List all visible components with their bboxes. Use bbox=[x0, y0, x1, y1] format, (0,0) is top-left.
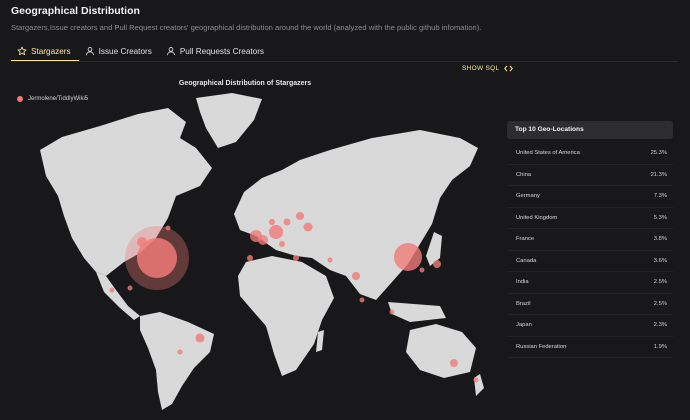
japan-bubble[interactable] bbox=[433, 260, 441, 268]
location-row: United States of America 25.3% bbox=[507, 143, 673, 165]
country-percent: 3.6% bbox=[653, 257, 667, 264]
country-percent: 2.5% bbox=[653, 300, 667, 307]
china-bubble[interactable] bbox=[394, 243, 422, 271]
country-percent: 25.3% bbox=[650, 150, 667, 156]
land-new-zealand bbox=[474, 374, 484, 396]
top-locations-panel: Top 10 Geo-Locations United States of Am… bbox=[507, 121, 673, 358]
location-bubble bbox=[279, 241, 285, 247]
location-row: Germany 7.3% bbox=[507, 186, 673, 208]
location-bubble bbox=[109, 287, 115, 293]
location-bubble bbox=[359, 297, 365, 303]
country-name: Brazil bbox=[516, 300, 531, 307]
country-name: Germany bbox=[516, 193, 540, 199]
country-name: United States of America bbox=[516, 150, 580, 156]
location-bubble bbox=[473, 377, 479, 383]
land-greenland bbox=[196, 93, 262, 148]
france-bubble[interactable] bbox=[258, 235, 268, 245]
country-name: China bbox=[516, 171, 532, 178]
country-name: Japan bbox=[516, 322, 532, 328]
country-name: India bbox=[516, 279, 529, 285]
location-bubble bbox=[127, 285, 133, 291]
country-name: Canada bbox=[516, 257, 537, 264]
country-percent: 2.3% bbox=[653, 322, 667, 328]
location-bubble bbox=[177, 349, 183, 355]
country-name: France bbox=[516, 236, 535, 242]
location-row: China 21.3% bbox=[507, 165, 673, 186]
location-row: United Kingdom 5.3% bbox=[507, 208, 673, 229]
country-percent: 2.5% bbox=[653, 279, 667, 285]
canada-bubble[interactable] bbox=[137, 237, 147, 247]
land-japan bbox=[426, 232, 442, 266]
location-row: Brazil 2.5% bbox=[507, 294, 673, 315]
top-locations-title: Top 10 Geo-Locations bbox=[507, 121, 673, 139]
land-australia bbox=[406, 324, 476, 378]
germany-bubble[interactable] bbox=[269, 225, 283, 239]
location-bubble bbox=[293, 255, 299, 261]
world-map[interactable] bbox=[0, 0, 495, 420]
location-bubble bbox=[247, 255, 253, 261]
location-bubble bbox=[450, 359, 458, 367]
code-icon bbox=[504, 65, 514, 72]
russia-bubble[interactable] bbox=[296, 212, 304, 220]
location-row: India 2.5% bbox=[507, 272, 673, 294]
top-locations-list: United States of America 25.3% China 21.3%… bbox=[507, 143, 673, 358]
country-name: Russian Federation bbox=[516, 343, 567, 350]
location-bubble bbox=[283, 218, 291, 226]
location-row: Canada 3.6% bbox=[507, 251, 673, 272]
location-row: Japan 2.3% bbox=[507, 315, 673, 337]
land-south-america bbox=[140, 312, 214, 410]
land-africa bbox=[238, 256, 334, 376]
country-percent: 3.8% bbox=[653, 236, 667, 242]
location-row: France 3.8% bbox=[507, 229, 673, 251]
india-bubble[interactable] bbox=[352, 272, 360, 280]
location-bubble bbox=[165, 225, 171, 231]
land-indonesia bbox=[388, 302, 446, 322]
location-bubble bbox=[269, 219, 275, 225]
location-bubble bbox=[303, 222, 313, 232]
location-bubble bbox=[327, 257, 333, 263]
location-bubble bbox=[389, 309, 395, 315]
country-name: United Kingdom bbox=[516, 214, 558, 221]
country-percent: 5.3% bbox=[653, 214, 667, 221]
brazil-bubble[interactable] bbox=[195, 333, 205, 343]
country-percent: 7.3% bbox=[653, 193, 667, 199]
country-percent: 21.3% bbox=[650, 171, 667, 178]
country-percent: 1.9% bbox=[653, 343, 667, 350]
location-row: Russian Federation 1.9% bbox=[507, 337, 673, 358]
location-bubble bbox=[419, 267, 425, 273]
